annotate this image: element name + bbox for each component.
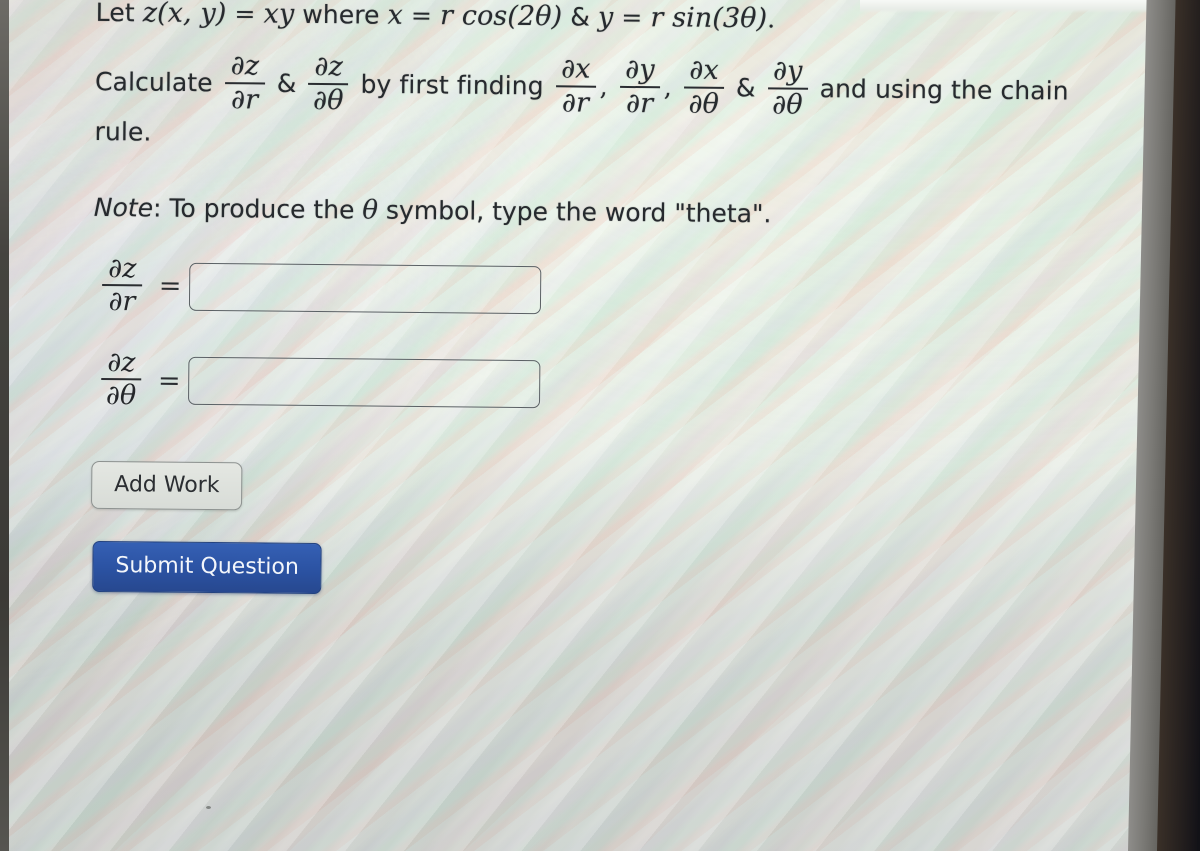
variable-y: y bbox=[597, 1, 614, 33]
equals-sign-2: = bbox=[157, 365, 181, 397]
note-text-before: To produce the bbox=[169, 193, 355, 224]
fraction-dy-dr: ∂y ∂r bbox=[619, 54, 661, 119]
fraction-numerator: ∂z bbox=[230, 50, 260, 82]
fraction-denominator: ∂r bbox=[230, 83, 259, 116]
fraction-denominator: ∂θ bbox=[105, 380, 137, 412]
equals-1: = bbox=[234, 0, 256, 29]
fraction-numerator: ∂x bbox=[561, 53, 591, 86]
answer-label-dz-dtheta: ∂z ∂θ bbox=[92, 346, 151, 412]
answer-label-dz-dr: ∂z ∂r bbox=[93, 252, 152, 318]
ampersand-3: & bbox=[735, 73, 756, 103]
dust-speck bbox=[206, 806, 211, 809]
fraction-numerator: ∂z bbox=[314, 51, 343, 83]
comma-2: , bbox=[663, 73, 672, 103]
where-word: where bbox=[302, 0, 380, 30]
monitor-screen: Let z(x, y) = xy where x = r cos(2θ) & y… bbox=[0, 0, 1168, 851]
monitor-bezel-left bbox=[0, 0, 9, 851]
fraction-dz-dr: ∂z ∂r bbox=[224, 50, 266, 116]
fraction-dx-dr: ∂x ∂r bbox=[555, 53, 596, 119]
fraction-dz-dtheta: ∂z ∂θ bbox=[308, 51, 349, 116]
answer-row-dz-dtheta: ∂z ∂θ = bbox=[92, 346, 1103, 421]
fraction-denominator: ∂θ bbox=[772, 88, 803, 121]
note-text-after: symbol, type the word "theta". bbox=[385, 195, 772, 229]
fraction-dz-dr-label: ∂z ∂r bbox=[102, 252, 143, 318]
add-work-button[interactable]: Add Work bbox=[90, 461, 243, 511]
answer-input-dz-dr[interactable] bbox=[188, 262, 542, 314]
calculate-instruction-line: Calculate ∂z ∂r & ∂z ∂θ by first finding… bbox=[94, 51, 1105, 158]
function-z: z(x, y) bbox=[142, 0, 227, 30]
problem-lead: Let bbox=[95, 0, 135, 28]
by-first-finding-text: by first finding bbox=[360, 70, 544, 101]
equals-2: = bbox=[410, 0, 433, 31]
question-content: Let z(x, y) = xy where x = r cos(2θ) & y… bbox=[90, 0, 1106, 601]
fraction-numerator: ∂x bbox=[689, 55, 719, 87]
fraction-numerator: ∂y bbox=[625, 54, 655, 86]
note-colon: : bbox=[152, 193, 162, 223]
fraction-denominator: ∂θ bbox=[312, 84, 344, 116]
fraction-numerator: ∂z bbox=[107, 346, 136, 379]
expression-x: r cos(2θ) bbox=[439, 0, 563, 33]
fraction-dx-dtheta: ∂x ∂θ bbox=[683, 55, 725, 120]
period-1: . bbox=[767, 4, 776, 34]
theta-symbol: θ bbox=[362, 195, 379, 226]
answer-input-dz-dtheta[interactable] bbox=[187, 356, 541, 409]
fraction-denominator: ∂r bbox=[561, 86, 590, 119]
calculate-word: Calculate bbox=[94, 67, 213, 98]
fraction-denominator: ∂θ bbox=[688, 88, 720, 120]
equals-sign-1: = bbox=[158, 270, 182, 302]
screenshot-root: Let z(x, y) = xy where x = r cos(2θ) & y… bbox=[0, 0, 1200, 851]
ampersand-1: & bbox=[570, 2, 591, 32]
note-line: Note: To produce the θ symbol, type the … bbox=[94, 192, 1104, 232]
variable-x: x bbox=[387, 0, 404, 31]
fraction-numerator: ∂z bbox=[108, 252, 137, 284]
answer-row-dz-dr: ∂z ∂r = bbox=[93, 252, 1104, 326]
submit-question-button[interactable]: Submit Question bbox=[92, 541, 323, 594]
fraction-denominator: ∂r bbox=[108, 285, 136, 318]
ampersand-2: & bbox=[276, 69, 297, 99]
fraction-denominator: ∂r bbox=[625, 87, 654, 119]
fraction-dz-dtheta-label: ∂z ∂θ bbox=[101, 346, 142, 412]
fraction-dy-dtheta: ∂y ∂θ bbox=[767, 55, 808, 121]
note-label: Note bbox=[93, 192, 154, 223]
expression-xy: xy bbox=[263, 0, 295, 30]
fraction-numerator: ∂y bbox=[772, 55, 803, 88]
expression-y: r sin(3θ) bbox=[650, 2, 768, 35]
comma-1: , bbox=[599, 72, 608, 102]
add-work-wrapper: Add Work bbox=[90, 411, 1102, 519]
equals-3: = bbox=[621, 2, 643, 33]
submit-wrapper: Submit Question bbox=[90, 509, 1101, 601]
